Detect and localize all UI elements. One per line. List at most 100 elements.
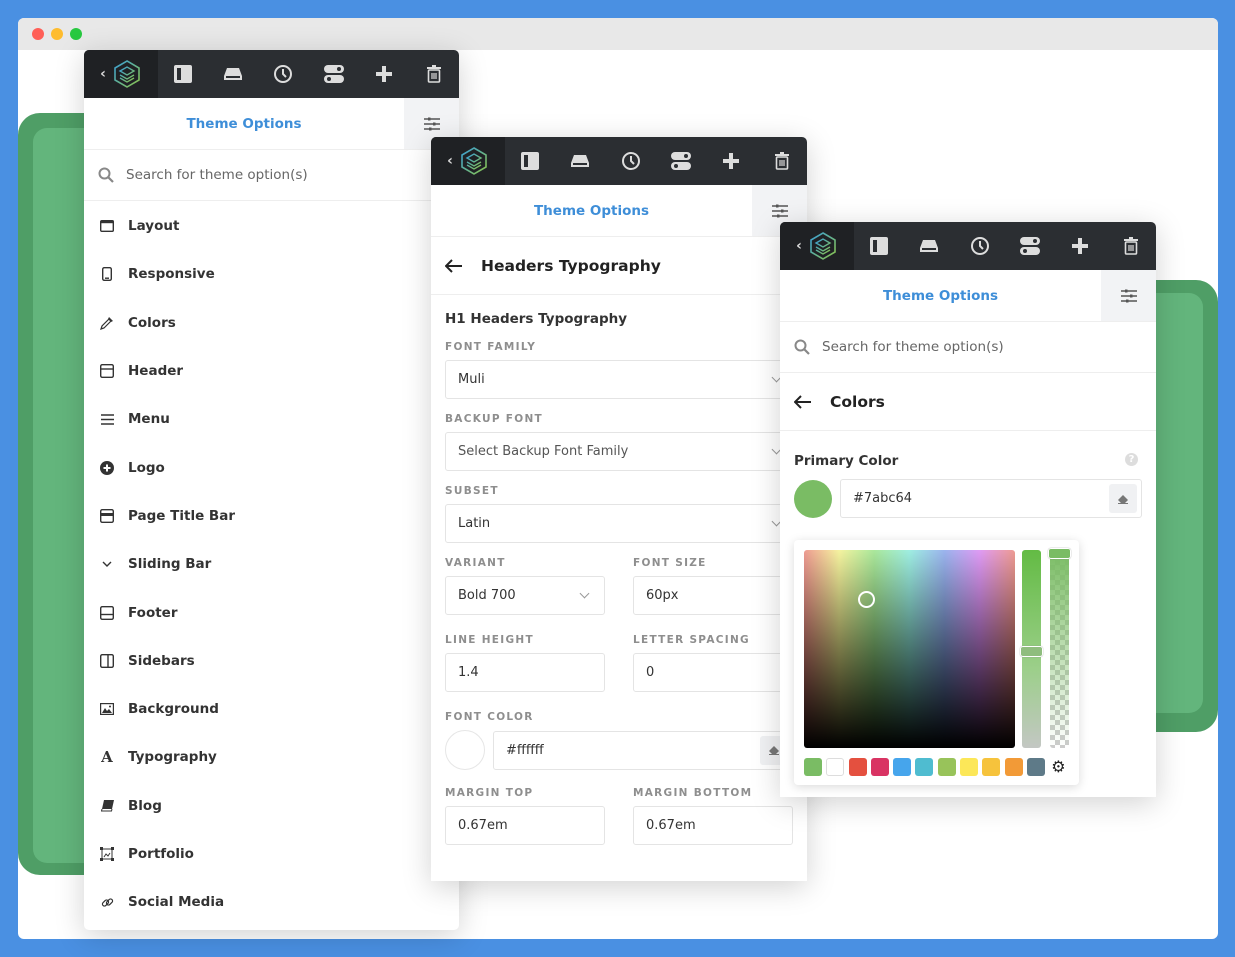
palette-swatch[interactable] (893, 757, 912, 776)
font-size-label: FONT SIZE (633, 557, 707, 569)
sidebar-icon[interactable] (519, 150, 541, 172)
sidebar-icon[interactable] (172, 63, 194, 85)
palette-swatch[interactable] (982, 757, 1001, 776)
search-icon (794, 339, 810, 355)
back-navigation[interactable]: Colors (780, 373, 1156, 431)
sidebar-item-layout[interactable]: Layout (84, 202, 459, 250)
back-navigation[interactable]: Headers Typography (431, 237, 807, 295)
sidebar-item-sidebars[interactable]: Sidebars (84, 637, 459, 685)
sidebar-icon[interactable] (868, 235, 890, 257)
hue-slider-handle[interactable] (1020, 646, 1043, 657)
window-icon (100, 219, 114, 233)
toolbar-logo-area[interactable]: ‹ (780, 222, 854, 270)
sidebar-item-typography[interactable]: A Typography (84, 733, 459, 781)
sidebar-item-social-media[interactable]: Social Media (84, 878, 459, 926)
hue-slider[interactable] (1020, 550, 1043, 748)
sidebar-item-page-title-bar[interactable]: Page Title Bar (84, 492, 459, 540)
search-input[interactable]: Search for theme option(s) (780, 322, 1156, 373)
toolbar-logo-area[interactable]: ‹ (431, 137, 505, 185)
trash-icon[interactable] (423, 63, 445, 85)
trash-icon[interactable] (771, 150, 793, 172)
sidebar-item-footer[interactable]: Footer (84, 588, 459, 636)
palette-swatch[interactable] (804, 757, 822, 776)
palette-swatch[interactable] (960, 757, 979, 776)
subset-select[interactable]: Latin (445, 504, 793, 543)
panel-title[interactable]: Theme Options (780, 270, 1101, 321)
chevron-left-icon[interactable]: ‹ (796, 238, 802, 254)
search-input[interactable]: Search for theme option(s) (84, 150, 459, 201)
header-layout-icon[interactable] (918, 235, 940, 257)
opacity-slider-handle[interactable] (1048, 548, 1071, 559)
gear-icon[interactable]: ⚙ (1051, 757, 1065, 776)
minimize-window-button[interactable] (51, 28, 63, 40)
letter-spacing-input[interactable]: 0 (633, 653, 793, 692)
saturation-value-area[interactable] (804, 550, 1015, 748)
arrow-left-icon[interactable] (445, 258, 463, 273)
margin-top-input[interactable]: 0.67em (445, 806, 605, 845)
history-clock-icon[interactable] (620, 150, 642, 172)
sidebar-item-logo[interactable]: Logo (84, 443, 459, 491)
footer-icon (100, 605, 114, 620)
letter-spacing-label: LETTER SPACING (633, 634, 750, 646)
font-size-input[interactable]: 60px (633, 576, 793, 615)
trash-icon[interactable] (1120, 235, 1142, 257)
header-layout-icon[interactable] (222, 63, 244, 85)
primary-color-swatch[interactable] (794, 479, 832, 518)
typography-icon: A (101, 748, 113, 767)
line-height-input[interactable]: 1.4 (445, 653, 605, 692)
arrow-left-icon[interactable] (794, 394, 812, 409)
plus-icon[interactable] (720, 150, 742, 172)
sidebar-item-blog[interactable]: Blog (84, 782, 459, 830)
palette-swatch[interactable] (826, 757, 845, 776)
sidebar-item-header[interactable]: Header (84, 347, 459, 395)
palette-swatch[interactable] (1004, 757, 1023, 776)
plus-circle-icon (100, 460, 114, 475)
margin-top-label: MARGIN TOP (445, 787, 534, 799)
font-color-input[interactable]: #ffffff (493, 730, 793, 770)
toolbar-logo-area[interactable]: ‹ (84, 50, 158, 98)
chevron-left-icon[interactable]: ‹ (100, 66, 106, 82)
theme-options-panel-main: ‹ Theme Options Search for theme option(… (84, 50, 459, 930)
color-picker-handle[interactable] (858, 591, 875, 608)
toggle-options-icon[interactable] (1019, 235, 1041, 257)
palette-swatch[interactable] (1026, 757, 1045, 776)
header-layout-icon[interactable] (569, 150, 591, 172)
variant-select[interactable]: Bold 700 (445, 576, 605, 615)
palette-swatch[interactable] (870, 757, 889, 776)
section-heading: Colors (830, 392, 885, 411)
history-clock-icon[interactable] (272, 63, 294, 85)
palette-swatch[interactable] (915, 757, 934, 776)
close-window-button[interactable] (32, 28, 44, 40)
palette-swatch[interactable] (937, 757, 956, 776)
primary-color-input[interactable]: #7abc64 (840, 479, 1142, 518)
sidebar-item-colors[interactable]: Colors (84, 299, 459, 347)
eraser-icon[interactable] (1109, 484, 1137, 513)
toggle-options-icon[interactable] (670, 150, 692, 172)
font-color-swatch[interactable] (445, 730, 485, 770)
panel-title[interactable]: Theme Options (431, 185, 752, 236)
margin-bottom-input[interactable]: 0.67em (633, 806, 793, 845)
opacity-slider[interactable] (1048, 548, 1071, 748)
plus-icon[interactable] (1069, 235, 1091, 257)
toggle-options-icon[interactable] (323, 63, 345, 85)
sidebar-item-portfolio[interactable]: Portfolio (84, 830, 459, 878)
panel-title[interactable]: Theme Options (84, 98, 404, 149)
builder-toolbar: ‹ (431, 137, 807, 185)
chevron-left-icon[interactable]: ‹ (447, 153, 453, 169)
builder-toolbar: ‹ (780, 222, 1156, 270)
maximize-window-button[interactable] (70, 28, 82, 40)
sidebar-item-sliding-bar[interactable]: Sliding Bar (84, 540, 459, 588)
line-height-label: LINE HEIGHT (445, 634, 534, 646)
sidebar-item-responsive[interactable]: Responsive (84, 250, 459, 298)
help-icon[interactable]: ? (1125, 453, 1138, 466)
backup-font-select[interactable]: Select Backup Font Family (445, 432, 793, 471)
plus-icon[interactable] (373, 63, 395, 85)
sidebar-item-background[interactable]: Background (84, 685, 459, 733)
sliders-icon[interactable] (1101, 270, 1156, 321)
builder-toolbar: ‹ (84, 50, 459, 98)
sidebar-item-menu[interactable]: Menu (84, 395, 459, 443)
palette-swatch[interactable] (848, 757, 867, 776)
font-family-select[interactable]: Muli (445, 360, 793, 399)
history-clock-icon[interactable] (969, 235, 991, 257)
theme-options-panel-colors: ‹ Theme Options Search for theme option(… (780, 222, 1156, 797)
